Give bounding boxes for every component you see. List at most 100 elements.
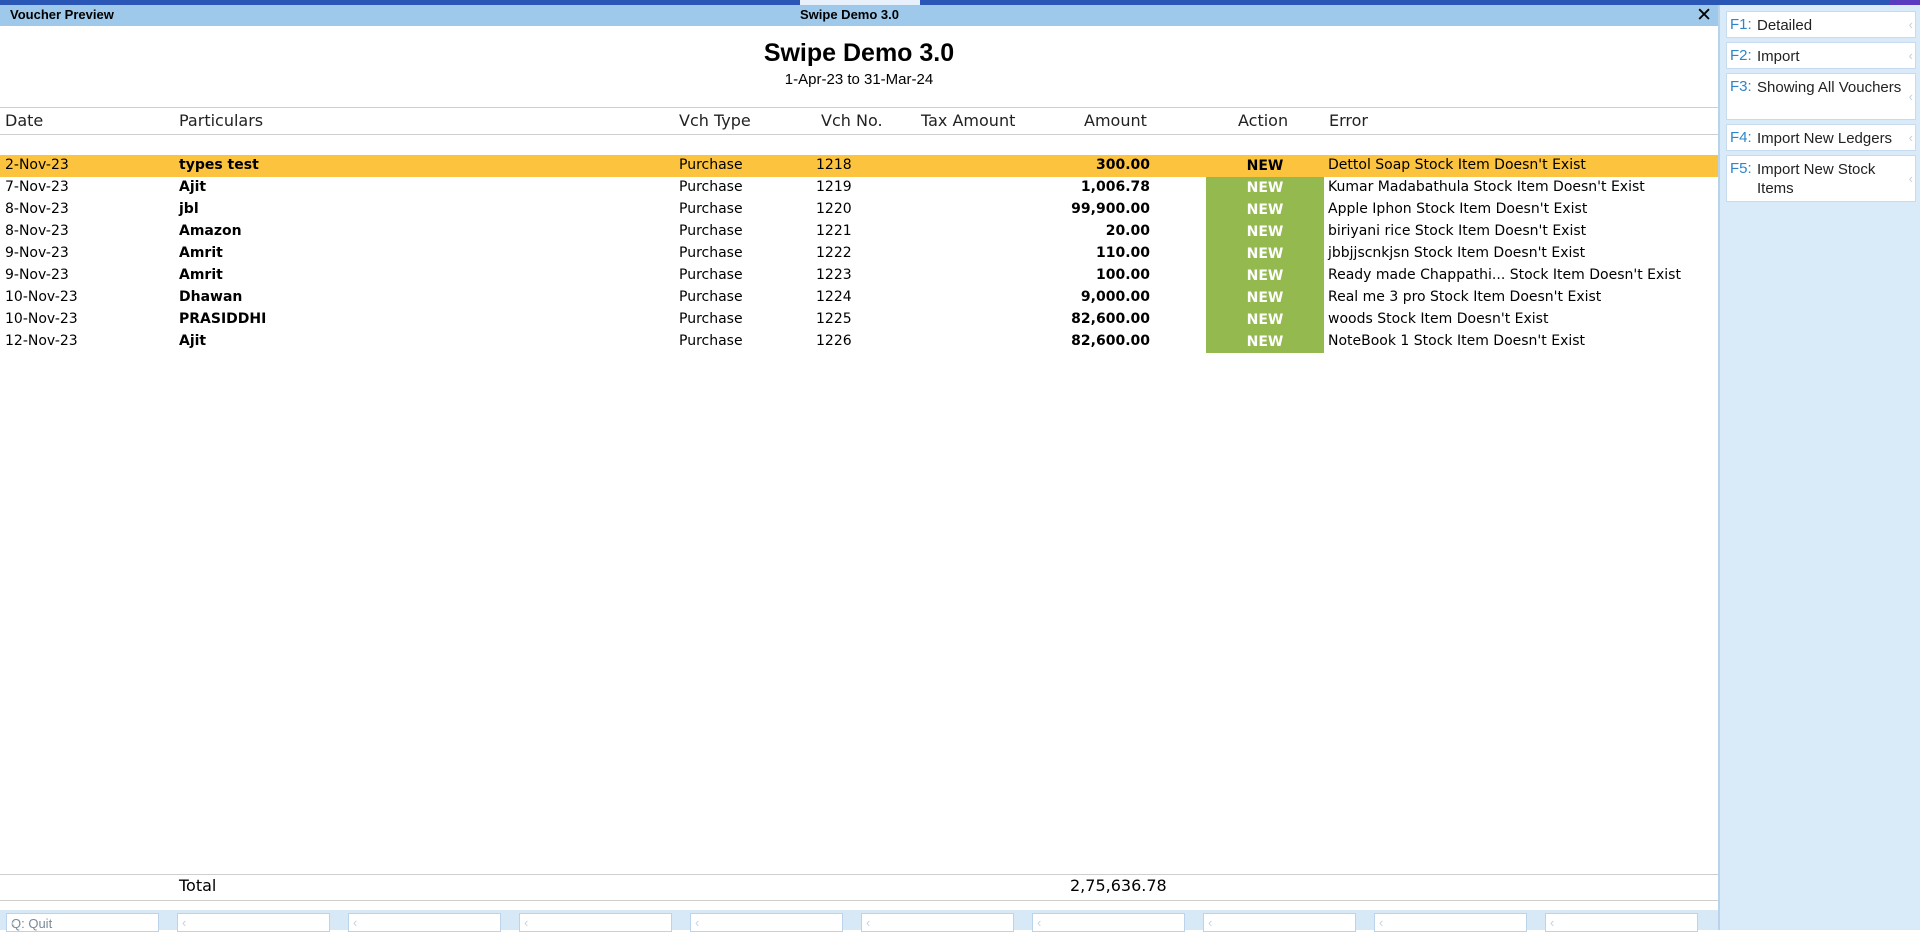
row-date: 2-Nov-23	[5, 157, 69, 173]
function-button-slot[interactable]: ‹	[519, 913, 672, 932]
import-new-stock-items-button[interactable]: F5: Import New Stock Items ‹	[1726, 155, 1916, 202]
row-error: Ready made Chappathi... Stock Item Doesn…	[1328, 267, 1681, 283]
row-amount: 100.00	[1095, 267, 1150, 283]
row-vch-type: Purchase	[679, 201, 743, 217]
row-date: 8-Nov-23	[5, 223, 69, 239]
chevron-left-icon: ‹	[1908, 16, 1913, 32]
function-button-slot[interactable]: ‹	[1374, 913, 1527, 932]
chevron-left-icon: ‹	[695, 915, 700, 930]
header-bottom-divider	[0, 134, 1718, 135]
function-key-label: F3:	[1730, 78, 1752, 95]
action-badge: NEW	[1206, 199, 1324, 221]
sidebar-button-label: Import	[1757, 48, 1800, 65]
row-particulars: Amrit	[179, 245, 223, 261]
row-error: Dettol Soap Stock Item Doesn't Exist	[1328, 157, 1586, 173]
showing-all-vouchers-button[interactable]: F3: Showing All Vouchers ‹	[1726, 73, 1916, 120]
column-header-vch-type: Vch Type	[679, 111, 751, 130]
row-amount: 82,600.00	[1071, 333, 1150, 349]
function-key-label: F2:	[1730, 47, 1752, 64]
total-label: Total	[179, 876, 217, 895]
total-bottom-divider	[0, 900, 1718, 901]
function-key-label: F4:	[1730, 129, 1752, 146]
row-vch-type: Purchase	[679, 223, 743, 239]
table-row[interactable]: 9-Nov-23 Amrit Purchase 1223 100.00 NEW Ready …	[0, 265, 1718, 287]
table-row[interactable]: 10-Nov-23 Dhawan Purchase 1224 9,000.00 NEW Re…	[0, 287, 1718, 309]
row-particulars: types test	[179, 157, 259, 173]
row-date: 7-Nov-23	[5, 179, 69, 195]
report-area: Swipe Demo 3.0 1-Apr-23 to 31-Mar-24 Dat…	[0, 26, 1718, 910]
column-header-date: Date	[5, 111, 44, 130]
table-row[interactable]: 2-Nov-23 types test Purchase 1218 300.00 NEW D…	[0, 155, 1718, 177]
action-badge: NEW	[1206, 177, 1324, 199]
row-particulars: Amazon	[179, 223, 242, 239]
row-vch-type: Purchase	[679, 157, 743, 173]
column-header-error: Error	[1329, 111, 1368, 130]
import-button[interactable]: F2: Import ‹	[1726, 42, 1916, 69]
row-date: 12-Nov-23	[5, 333, 78, 349]
row-error: NoteBook 1 Stock Item Doesn't Exist	[1328, 333, 1586, 349]
row-vch-type: Purchase	[679, 267, 743, 283]
row-vch-no: 1219	[816, 179, 852, 195]
detailed-button[interactable]: F1: Detailed ‹	[1726, 11, 1916, 38]
function-button-slot[interactable]: ‹	[1032, 913, 1185, 932]
total-top-divider	[0, 874, 1718, 875]
title-bar: Voucher Preview Swipe Demo 3.0 ✕	[0, 5, 1718, 26]
row-date: 9-Nov-23	[5, 245, 69, 261]
row-vch-no: 1223	[816, 267, 852, 283]
chevron-left-icon: ‹	[1908, 170, 1913, 186]
import-new-ledgers-button[interactable]: F4: Import New Ledgers ‹	[1726, 124, 1916, 151]
action-badge: NEW	[1206, 265, 1324, 287]
chevron-left-icon: ‹	[1379, 915, 1384, 930]
row-error: jbbjjscnkjsn Stock Item Doesn't Exist	[1328, 245, 1586, 261]
function-button-slot[interactable]: ‹	[348, 913, 501, 932]
row-vch-no: 1224	[816, 289, 852, 305]
action-badge: NEW	[1206, 287, 1324, 309]
function-button-slot[interactable]: ‹	[690, 913, 843, 932]
table-row[interactable]: 9-Nov-23 Amrit Purchase 1222 110.00 NEW jbbjjs…	[0, 243, 1718, 265]
report-company-name: Swipe Demo 3.0	[763, 39, 955, 67]
chevron-left-icon: ‹	[353, 915, 358, 930]
chevron-left-icon: ‹	[524, 915, 529, 930]
function-button-slot[interactable]: ‹	[861, 913, 1014, 932]
window-title: Voucher Preview	[10, 7, 114, 22]
function-key-label: F1:	[1730, 16, 1752, 33]
total-amount: 2,75,636.78	[1070, 876, 1167, 895]
row-particulars: jbl	[179, 201, 199, 217]
close-icon[interactable]: ✕	[1696, 4, 1712, 27]
row-vch-type: Purchase	[679, 333, 743, 349]
chevron-left-icon: ‹	[1037, 915, 1042, 930]
column-header-amount: Amount	[1084, 111, 1147, 130]
row-amount: 9,000.00	[1080, 289, 1150, 305]
quit-button[interactable]: Q: Quit ‹	[6, 913, 159, 932]
row-vch-type: Purchase	[679, 289, 743, 305]
table-row[interactable]: 12-Nov-23 Ajit Purchase 1226 82,600.00 NEW Not…	[0, 331, 1718, 353]
action-badge: NEW	[1206, 309, 1324, 331]
row-date: 9-Nov-23	[5, 267, 69, 283]
row-vch-type: Purchase	[679, 245, 743, 261]
row-error: Apple Iphon Stock Item Doesn't Exist	[1328, 201, 1588, 217]
row-amount: 82,600.00	[1071, 311, 1150, 327]
chevron-left-icon: ‹	[1208, 915, 1213, 930]
action-badge: NEW	[1246, 158, 1284, 174]
report-period: 1-Apr-23 to 31-Mar-24	[784, 71, 934, 88]
chevron-left-icon: ‹	[866, 915, 871, 930]
function-button-slot[interactable]: ‹	[177, 913, 330, 932]
sidebar-button-label: Showing All Vouchers	[1757, 79, 1902, 96]
sidebar-button-label: Detailed	[1757, 17, 1813, 34]
row-date: 10-Nov-23	[5, 311, 78, 327]
row-particulars: PRASIDDHI	[179, 311, 267, 327]
function-button-slot[interactable]: ‹	[1203, 913, 1356, 932]
action-badge: NEW	[1206, 331, 1324, 353]
row-vch-no: 1222	[816, 245, 852, 261]
chevron-left-icon: ‹	[1550, 915, 1555, 930]
chevron-left-icon: ‹	[182, 915, 187, 930]
table-row[interactable]: 8-Nov-23 Amazon Purchase 1221 20.00 NEW biriya…	[0, 221, 1718, 243]
table-row[interactable]: 8-Nov-23 jbl Purchase 1220 99,900.00 NEW Apple…	[0, 199, 1718, 221]
table-row[interactable]: 10-Nov-23 PRASIDDHI Purchase 1225 82,600.00 N…	[0, 309, 1718, 331]
row-error: Kumar Madabathula Stock Item Doesn't Exi…	[1328, 179, 1645, 195]
function-button-slot[interactable]: ‹	[1545, 913, 1698, 932]
row-vch-no: 1220	[816, 201, 852, 217]
column-header-particulars: Particulars	[179, 111, 264, 130]
row-vch-no: 1226	[816, 333, 852, 349]
table-row[interactable]: 7-Nov-23 Ajit Purchase 1219 1,006.78 NEW Kumar…	[0, 177, 1718, 199]
